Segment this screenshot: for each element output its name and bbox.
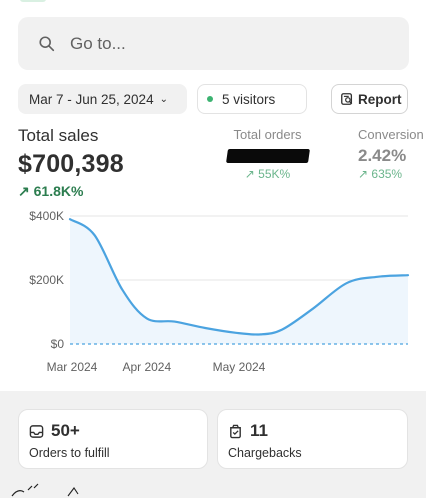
- y-tick-label: $200K: [29, 273, 64, 287]
- chargebacks-card[interactable]: 11 Chargebacks: [217, 409, 408, 469]
- x-tick-label: Mar 2024: [47, 360, 98, 374]
- conversion-change: ↗ 635%: [358, 167, 403, 181]
- conversion-value: 2.42%: [358, 146, 407, 165]
- chargebacks-label: Chargebacks: [228, 446, 302, 460]
- x-tick-label: May 2024: [213, 360, 266, 374]
- inbox-icon: [29, 424, 44, 438]
- conversion-change-value: 635%: [371, 167, 403, 181]
- stamp-mark: [11, 483, 79, 497]
- series-area: [70, 219, 408, 344]
- total-orders-metric[interactable]: Total orders ↗ 55K%: [215, 127, 320, 181]
- total-orders-change-value: 55K%: [258, 167, 291, 181]
- live-dot-icon: [207, 96, 213, 102]
- report-label: Report: [358, 91, 402, 107]
- search-icon: [39, 35, 55, 51]
- orders-to-fulfill-label: Orders to fulfill: [29, 446, 110, 460]
- date-range-label: Mar 7 - Jun 25, 2024: [29, 91, 154, 107]
- sales-line-chart: $400K $200K $0 Mar 2024 Apr 2024 May 2024: [29, 209, 410, 374]
- top-indicator: [20, 0, 46, 2]
- total-sales-change-value: 61.8K%: [33, 183, 84, 199]
- orders-to-fulfill-card[interactable]: 50+ Orders to fulfill: [18, 409, 208, 469]
- total-orders-label: Total orders: [233, 127, 302, 142]
- total-sales-metric[interactable]: Total sales $700,398 ↗ 61.8K%: [18, 126, 124, 200]
- search-input[interactable]: Go to...: [70, 34, 126, 54]
- visitors-badge[interactable]: 5 visitors: [197, 84, 307, 114]
- conversion-metric[interactable]: Conversion 2.42% ↗ 635%: [358, 127, 424, 181]
- date-range-picker[interactable]: Mar 7 - Jun 25, 2024 ⌄: [18, 84, 187, 114]
- report-button[interactable]: Report: [331, 84, 408, 114]
- redacted-value: [225, 149, 310, 163]
- chargeback-icon: [230, 424, 241, 438]
- conversion-label: Conversion: [358, 127, 424, 142]
- total-sales-value: $700,398: [18, 150, 124, 178]
- report-icon: [341, 93, 353, 105]
- total-sales-label: Total sales: [18, 126, 99, 145]
- search-bar[interactable]: Go to...: [18, 17, 409, 70]
- total-sales-change: ↗ 61.8K%: [18, 183, 84, 199]
- visitors-label: 5 visitors: [222, 91, 276, 107]
- orders-to-fulfill-value: 50+: [51, 421, 80, 440]
- x-tick-label: Apr 2024: [122, 360, 171, 374]
- y-tick-label: $0: [51, 337, 65, 351]
- chargebacks-value: 11: [250, 421, 268, 440]
- chevron-down-icon: ⌄: [159, 93, 168, 105]
- y-tick-label: $400K: [29, 209, 64, 223]
- total-orders-change: ↗ 55K%: [244, 167, 291, 181]
